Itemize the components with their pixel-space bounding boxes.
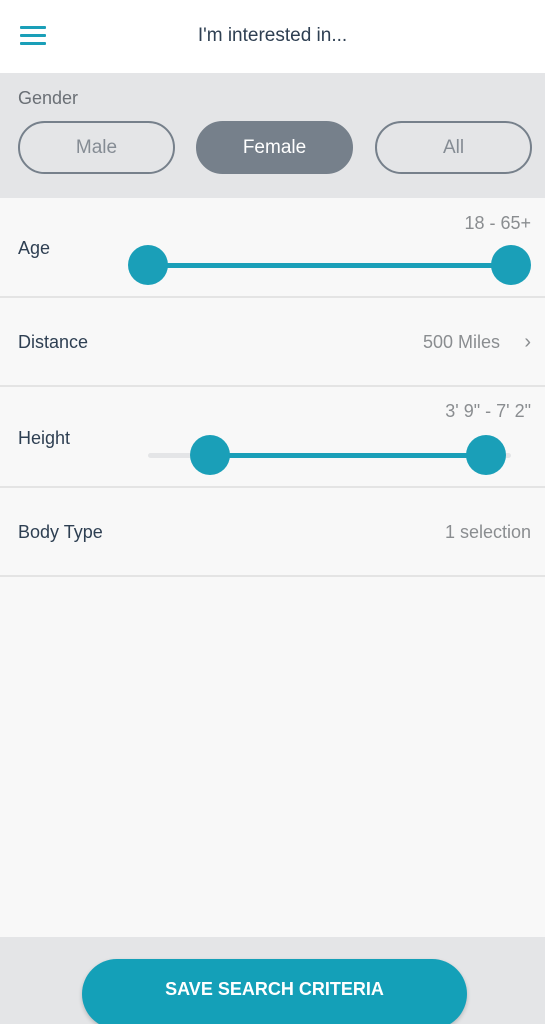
gender-section: Gender Male Female All (0, 73, 545, 198)
body-type-row[interactable]: Body Type 1 selection (0, 488, 545, 577)
age-max-thumb[interactable] (491, 245, 531, 285)
footer: SAVE SEARCH CRITERIA (0, 937, 545, 1024)
gender-female-button[interactable]: Female (196, 121, 353, 174)
chevron-right-icon: › (524, 331, 531, 353)
top-bar: I'm interested in... (0, 0, 545, 73)
gender-label: Gender (18, 88, 79, 108)
height-min-thumb[interactable] (189, 435, 230, 475)
age-value: 18 - 65+ (464, 213, 531, 233)
age-slider-fill (148, 263, 511, 268)
page-title: I'm interested in... (197, 25, 348, 46)
save-search-criteria-button[interactable]: SAVE SEARCH CRITERIA (82, 959, 467, 1024)
height-label: Height (18, 428, 71, 448)
age-label: Age (18, 238, 51, 258)
age-slider[interactable] (128, 245, 531, 285)
body-type-label: Body Type (18, 522, 103, 542)
age-min-thumb[interactable] (128, 245, 168, 285)
height-row: Height 3' 9" - 7' 2" (0, 387, 545, 488)
distance-row[interactable]: Distance 500 Miles › (0, 298, 545, 387)
body-type-value: 1 selection (444, 522, 531, 542)
distance-label: Distance (18, 332, 89, 352)
height-slider-fill (209, 453, 486, 458)
height-slider[interactable] (148, 435, 511, 475)
height-value: 3' 9" - 7' 2" (445, 401, 531, 421)
gender-male-button[interactable]: Male (18, 121, 175, 174)
age-row: Age 18 - 65+ (0, 198, 545, 298)
gender-all-button[interactable]: All (375, 121, 532, 174)
distance-value: 500 Miles (422, 332, 500, 352)
height-max-thumb[interactable] (465, 435, 506, 475)
